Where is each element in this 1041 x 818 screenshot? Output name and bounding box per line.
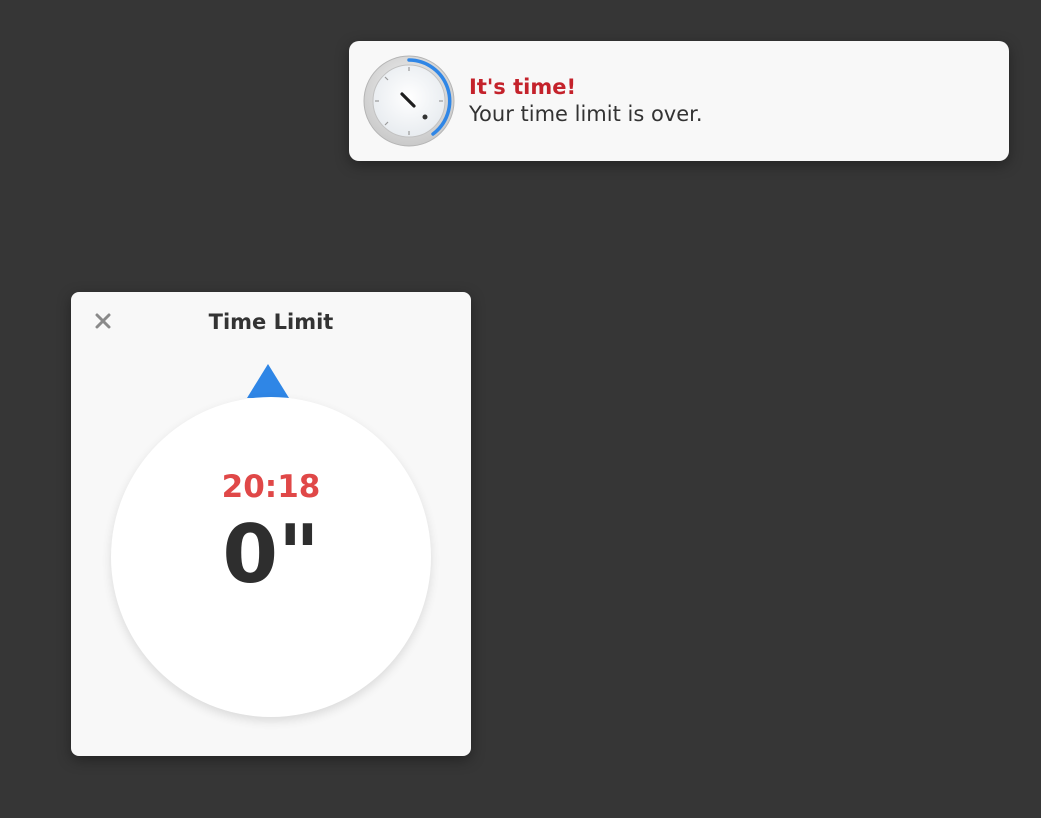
notification-text: It's time! Your time limit is over. <box>469 74 989 128</box>
notification-banner[interactable]: It's time! Your time limit is over. <box>349 41 1009 161</box>
window-title: Time Limit <box>208 310 334 334</box>
timer-dial[interactable]: 20:18 0" <box>111 397 431 717</box>
notification-title: It's time! <box>469 75 577 99</box>
remaining-time: 0" <box>222 508 320 601</box>
dial-pointer-icon <box>247 364 289 398</box>
notification-body: Your time limit is over. <box>469 102 703 126</box>
clock-time: 20:18 <box>221 469 321 505</box>
timer-dial-icon <box>362 54 456 148</box>
time-limit-window: Time Limit 20:18 0" <box>71 292 471 756</box>
